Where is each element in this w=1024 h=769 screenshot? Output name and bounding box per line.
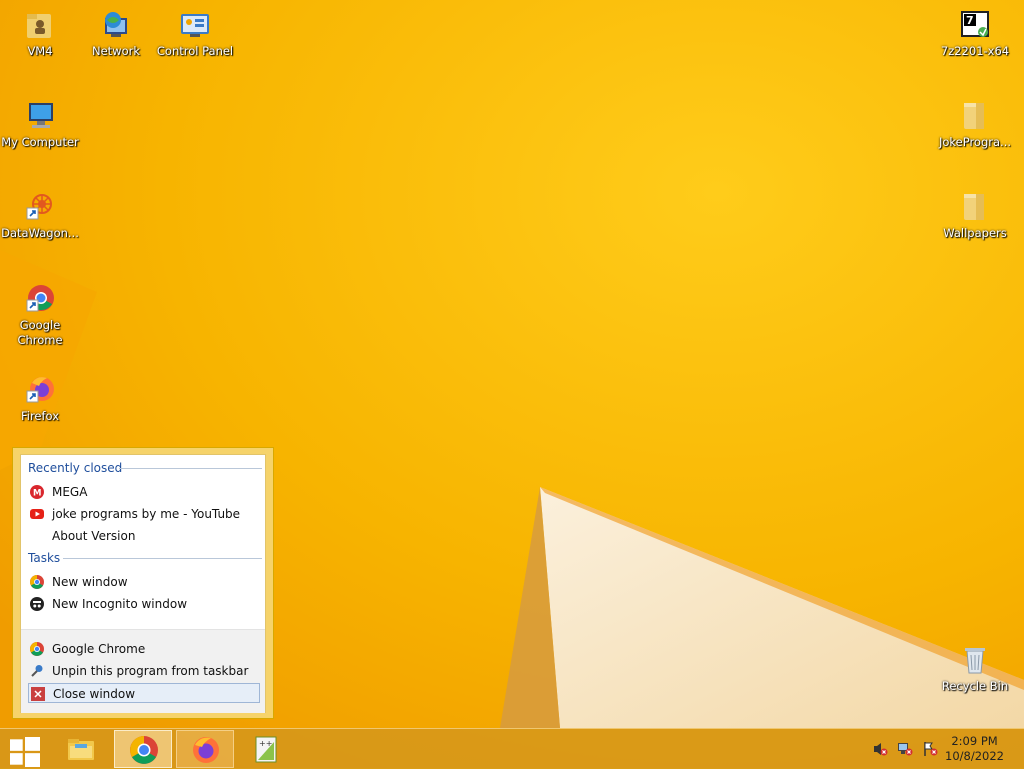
file-explorer-icon bbox=[68, 739, 94, 760]
chrome-icon bbox=[130, 736, 158, 764]
desktop-icon-jokeprograms[interactable]: JokeProgra... bbox=[935, 99, 1015, 150]
chrome-shortcut-icon bbox=[23, 282, 57, 316]
desktop-icon-label: Network bbox=[91, 44, 141, 58]
mega-icon: M bbox=[30, 485, 44, 499]
jump-list-item-label: About Version bbox=[52, 529, 136, 543]
desktop-icon-wallpapers[interactable]: Wallpapers bbox=[935, 190, 1015, 241]
computer-icon bbox=[23, 99, 57, 133]
desktop-icon-firefox[interactable]: Firefox bbox=[0, 373, 80, 424]
desktop-icon-vm4[interactable]: VM4 bbox=[0, 8, 80, 59]
chrome-jump-list: Recently closed M MEGA joke programs by … bbox=[12, 447, 274, 719]
folder-icon bbox=[958, 99, 992, 133]
jump-list-item-unpin[interactable]: Unpin this program from taskbar bbox=[28, 661, 260, 681]
recycle-bin-icon bbox=[958, 643, 992, 677]
desktop-icon-google-chrome[interactable]: Google Chrome bbox=[0, 282, 80, 348]
notepad-plus-plus-icon: ++ bbox=[255, 736, 277, 763]
taskbar: ++ 2:09 PM 10/8/2022 bbox=[0, 728, 1024, 769]
desktop-icon-7zip[interactable]: 7 7z2201-x64 bbox=[935, 8, 1015, 59]
desktop-icon-datawagon[interactable]: DataWagon... bbox=[0, 190, 80, 241]
desktop-icon-label: Control Panel bbox=[156, 44, 234, 58]
jump-list-footer: Google Chrome Unpin this program from ta… bbox=[21, 629, 265, 713]
jump-list-item-google-chrome[interactable]: Google Chrome bbox=[28, 639, 260, 659]
desktop-icon-label: Recycle Bin bbox=[941, 679, 1009, 693]
svg-text:++: ++ bbox=[259, 739, 272, 748]
jump-list-item-label: Close window bbox=[53, 687, 136, 701]
jump-list-item-label: MEGA bbox=[52, 485, 88, 499]
jump-list-item-label: Google Chrome bbox=[52, 642, 146, 656]
firefox-shortcut-icon bbox=[23, 373, 57, 407]
jump-list-item-label: joke programs by me - YouTube bbox=[52, 507, 241, 521]
svg-text:M: M bbox=[33, 489, 41, 499]
taskbar-clock[interactable]: 2:09 PM 10/8/2022 bbox=[945, 734, 1004, 764]
desktop-icon-label: 7z2201-x64 bbox=[940, 44, 1010, 58]
datawagon-shortcut-icon bbox=[23, 190, 57, 224]
jump-list-item-about-version[interactable]: About Version bbox=[28, 526, 260, 546]
unpin-icon bbox=[30, 664, 44, 678]
section-divider bbox=[63, 558, 262, 559]
chrome-icon bbox=[30, 575, 44, 589]
start-button[interactable] bbox=[0, 730, 48, 768]
network-globe-icon bbox=[99, 8, 133, 42]
clock-date: 10/8/2022 bbox=[945, 749, 1004, 763]
jump-list-item-close-window[interactable]: Close window bbox=[28, 683, 260, 703]
7zip-installer-icon: 7 bbox=[958, 8, 992, 42]
jump-list-item-mega[interactable]: M MEGA bbox=[28, 482, 260, 502]
jump-list-panel: Recently closed M MEGA joke programs by … bbox=[20, 454, 266, 713]
taskbar-google-chrome[interactable] bbox=[114, 730, 172, 768]
network-disconnected-icon[interactable] bbox=[897, 741, 913, 757]
desktop-icon-label: DataWagon... bbox=[1, 226, 79, 240]
desktop-icon-label: Firefox bbox=[20, 409, 60, 423]
close-icon bbox=[31, 687, 45, 701]
taskbar-firefox[interactable] bbox=[176, 730, 234, 768]
desktop-icon-label: My Computer bbox=[1, 135, 79, 149]
desktop-icon-label: Wallpapers bbox=[943, 226, 1007, 240]
desktop-icon-network[interactable]: Network bbox=[76, 8, 156, 59]
jump-list-recently-closed-title: Recently closed bbox=[28, 461, 123, 475]
jump-list-item-new-incognito-window[interactable]: New Incognito window bbox=[28, 594, 260, 614]
youtube-icon bbox=[30, 507, 44, 521]
jump-list-item-label: Unpin this program from taskbar bbox=[52, 664, 249, 678]
chrome-icon bbox=[30, 642, 44, 656]
section-divider bbox=[119, 468, 262, 469]
desktop-icon-control-panel[interactable]: Control Panel bbox=[155, 8, 235, 59]
taskbar-notepad-plus-plus[interactable]: ++ bbox=[238, 730, 296, 768]
desktop-icon-my-computer[interactable]: My Computer bbox=[0, 99, 80, 150]
incognito-icon bbox=[30, 597, 44, 611]
windows-logo-icon bbox=[10, 737, 40, 767]
jump-list-tasks-title: Tasks bbox=[28, 551, 61, 565]
desktop-icon-label: VM4 bbox=[27, 44, 53, 58]
svg-text:7: 7 bbox=[966, 14, 974, 27]
clock-time: 2:09 PM bbox=[951, 734, 998, 748]
jump-list-item-label: New Incognito window bbox=[52, 597, 188, 611]
jump-list-item-youtube[interactable]: joke programs by me - YouTube bbox=[28, 504, 260, 524]
taskbar-file-explorer[interactable] bbox=[52, 730, 110, 768]
desktop-icon-label: JokeProgra... bbox=[938, 135, 1012, 149]
volume-muted-icon[interactable] bbox=[872, 741, 888, 757]
jump-list-item-new-window[interactable]: New window bbox=[28, 572, 260, 592]
folder-icon bbox=[958, 190, 992, 224]
control-panel-icon bbox=[178, 8, 212, 42]
desktop-icon-recycle-bin[interactable]: Recycle Bin bbox=[935, 643, 1015, 694]
folder-user-icon bbox=[23, 8, 57, 42]
action-center-flag-icon[interactable] bbox=[922, 741, 938, 757]
jump-list-item-label: New window bbox=[52, 575, 128, 589]
firefox-icon bbox=[193, 737, 219, 763]
desktop-icon-label: Google Chrome bbox=[17, 318, 63, 347]
